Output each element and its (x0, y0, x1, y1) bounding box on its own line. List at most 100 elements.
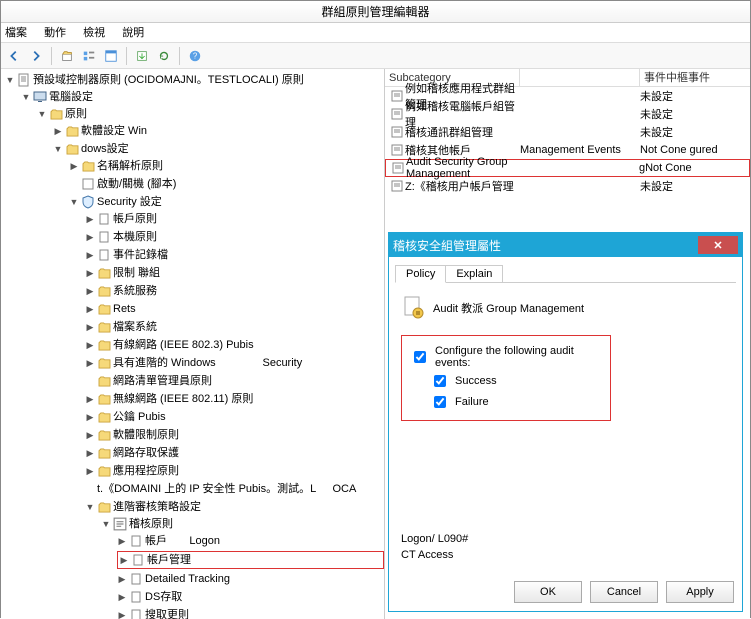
tree-auditpol[interactable]: ▼稽核原則 (101, 516, 384, 532)
status-text: Logon/ L090# CT Access (401, 531, 730, 563)
menu-action[interactable]: 動作 (44, 27, 66, 39)
folder-icon (97, 446, 111, 460)
folder-icon (97, 374, 111, 388)
tree-policies[interactable]: ▼ 原則 (37, 106, 384, 122)
tree-computer[interactable]: ▼ 電腦設定 (21, 89, 384, 105)
toolbar: ? (1, 43, 750, 69)
tree-detail[interactable]: ▶Detailed Tracking (117, 571, 384, 587)
folder-icon (97, 410, 111, 424)
tree-local[interactable]: ▶本機原則 (85, 229, 384, 245)
folder-icon (81, 159, 95, 173)
policy-icon (97, 248, 111, 262)
tree-account[interactable]: ▶帳戶原則 (85, 211, 384, 227)
tree-nameres[interactable]: ▶名稱解析原則 (69, 158, 384, 174)
policy-row[interactable]: 稽核通訊群組管理未設定 (385, 123, 750, 141)
tree-wireless[interactable]: ▶無線網路 (IEEE 802.11) 原則 (85, 391, 384, 407)
tree-root-label: 預設域控制器原則 (OCIDOMAJNI。TESTLOCALI) 原則 (33, 72, 304, 88)
row-icon (389, 126, 405, 138)
tree-security[interactable]: ▼Security 設定 (69, 194, 384, 210)
policy-icon (131, 553, 145, 567)
policy-row[interactable]: Z:《稽核用户帳戶管理未設定 (385, 177, 750, 195)
folder-icon (97, 338, 111, 352)
policy-icon (129, 608, 143, 619)
folder-icon (49, 107, 63, 121)
row-icon (389, 90, 405, 102)
tree-rets[interactable]: ▶Rets (85, 301, 384, 317)
audit-config-box: Configure the following audit events: Su… (401, 335, 611, 421)
row-icon (389, 144, 405, 156)
tree-pub[interactable]: ▶公鑰 Pubis (85, 409, 384, 425)
checkbox-configure[interactable]: Configure the following audit events: (410, 345, 602, 369)
policy-icon (129, 572, 143, 586)
success-checkbox[interactable] (434, 375, 446, 387)
dialog-title-label: 稽核安全組管理屬性 (393, 237, 501, 254)
dialog-buttons: OK Cancel Apply (514, 581, 734, 603)
detail-pane: Subcategory 事件中樞事件 例如稽核應用程式群組管理未設定例如稽核電腦… (385, 69, 750, 619)
checkbox-success[interactable]: Success (410, 372, 602, 390)
tree-startup[interactable]: 啟動/關機 (腳本) (69, 176, 384, 192)
tree-ipsec[interactable]: t.《DOMAINI 上的 IP 安全性 Pubis。測試。L OCA (85, 481, 384, 497)
configure-checkbox[interactable] (414, 351, 426, 363)
folder-icon (97, 392, 111, 406)
ok-button[interactable]: OK (514, 581, 582, 603)
tab-explain[interactable]: Explain (445, 265, 503, 282)
cancel-button[interactable]: Cancel (590, 581, 658, 603)
properties-dialog: 稽核安全組管理屬性 ✕ Policy Explain Audit 教派 Grou… (388, 232, 743, 612)
tree-soft[interactable]: ▶軟體設定 Win (53, 123, 384, 139)
menu-file[interactable]: 檔案 (5, 27, 27, 39)
tree-nap[interactable]: ▶網路存取保護 (85, 445, 384, 461)
tree-services[interactable]: ▶系統服務 (85, 283, 384, 299)
tree-advaudit[interactable]: ▼進階審核策略設定 (85, 499, 384, 515)
tree-root[interactable]: ▼ 預設域控制器原則 (OCIDOMAJNI。TESTLOCALI) 原則 (5, 72, 384, 88)
tree-restricted[interactable]: ▶限制 聯組 (85, 265, 384, 281)
tree-softrest[interactable]: ▶軟體限制原則 (85, 427, 384, 443)
tree-ds[interactable]: ▶DS存取 (117, 589, 384, 605)
close-icon[interactable]: ✕ (698, 236, 738, 254)
tab-policy[interactable]: Policy (395, 265, 446, 283)
tree-icon[interactable] (102, 47, 120, 65)
tree-acctmgmt[interactable]: ▶帳戶管理 (117, 551, 384, 569)
script-icon (81, 177, 95, 191)
tree-dows[interactable]: ▼dows設定 (53, 141, 384, 157)
menu-view[interactable]: 檢視 (83, 27, 105, 39)
folder-icon (97, 464, 111, 478)
tree-wired[interactable]: ▶有線網路 (IEEE 802.3) Pubis (85, 337, 384, 353)
checkbox-failure[interactable]: Failure (410, 393, 602, 411)
col-events[interactable]: 事件中樞事件 (640, 69, 750, 86)
failure-checkbox[interactable] (434, 396, 446, 408)
tree-appctl[interactable]: ▶應用程控原則 (85, 463, 384, 479)
tree-nla[interactable]: 網路清單管理員原則 (85, 373, 384, 389)
policy-row[interactable]: Audit Security Group ManagementgNot Cone (385, 159, 750, 177)
col-mid[interactable] (520, 69, 640, 86)
dialog-titlebar[interactable]: 稽核安全組管理屬性 ✕ (389, 233, 742, 257)
folder-icon (97, 356, 111, 370)
tree-logon[interactable]: ▶帳戶 Logon (117, 533, 384, 549)
back-icon[interactable] (5, 47, 23, 65)
tree-fetch[interactable]: ▶搜取更則 (117, 607, 384, 619)
tree-filesys[interactable]: ▶檔案系統 (85, 319, 384, 335)
help-icon[interactable]: ? (186, 47, 204, 65)
policy-icon (97, 230, 111, 244)
folder-icon (65, 142, 79, 156)
apply-button[interactable]: Apply (666, 581, 734, 603)
list-icon[interactable] (80, 47, 98, 65)
refresh-icon[interactable] (155, 47, 173, 65)
audit-icon (113, 517, 127, 531)
forward-icon[interactable] (27, 47, 45, 65)
export-icon[interactable] (133, 47, 151, 65)
dialog-tabs: Policy Explain (395, 263, 736, 283)
tree-advwin[interactable]: ▶具有進階的 Windows Security (85, 355, 384, 371)
policy-list: 例如稽核應用程式群組管理未設定例如稽核電腦帳戶組管理未設定稽核通訊群組管理未設定… (385, 87, 750, 195)
window-title: 群組原則管理編輯器 (1, 1, 750, 23)
menu-help[interactable]: 說明 (122, 27, 144, 39)
tree-eventlog[interactable]: ▶事件記錄檔 (85, 247, 384, 263)
folder-icon (65, 124, 79, 138)
policy-tree[interactable]: ▼ 預設域控制器原則 (OCIDOMAJNI。TESTLOCALI) 原則 ▼ … (1, 69, 385, 619)
policy-row[interactable]: 例如稽核電腦帳戶組管理未設定 (385, 105, 750, 123)
folder-icon (97, 428, 111, 442)
up-icon[interactable] (58, 47, 76, 65)
svg-text:?: ? (193, 51, 198, 60)
row-icon (389, 108, 405, 120)
security-icon (81, 195, 95, 209)
row-icon (390, 162, 406, 174)
